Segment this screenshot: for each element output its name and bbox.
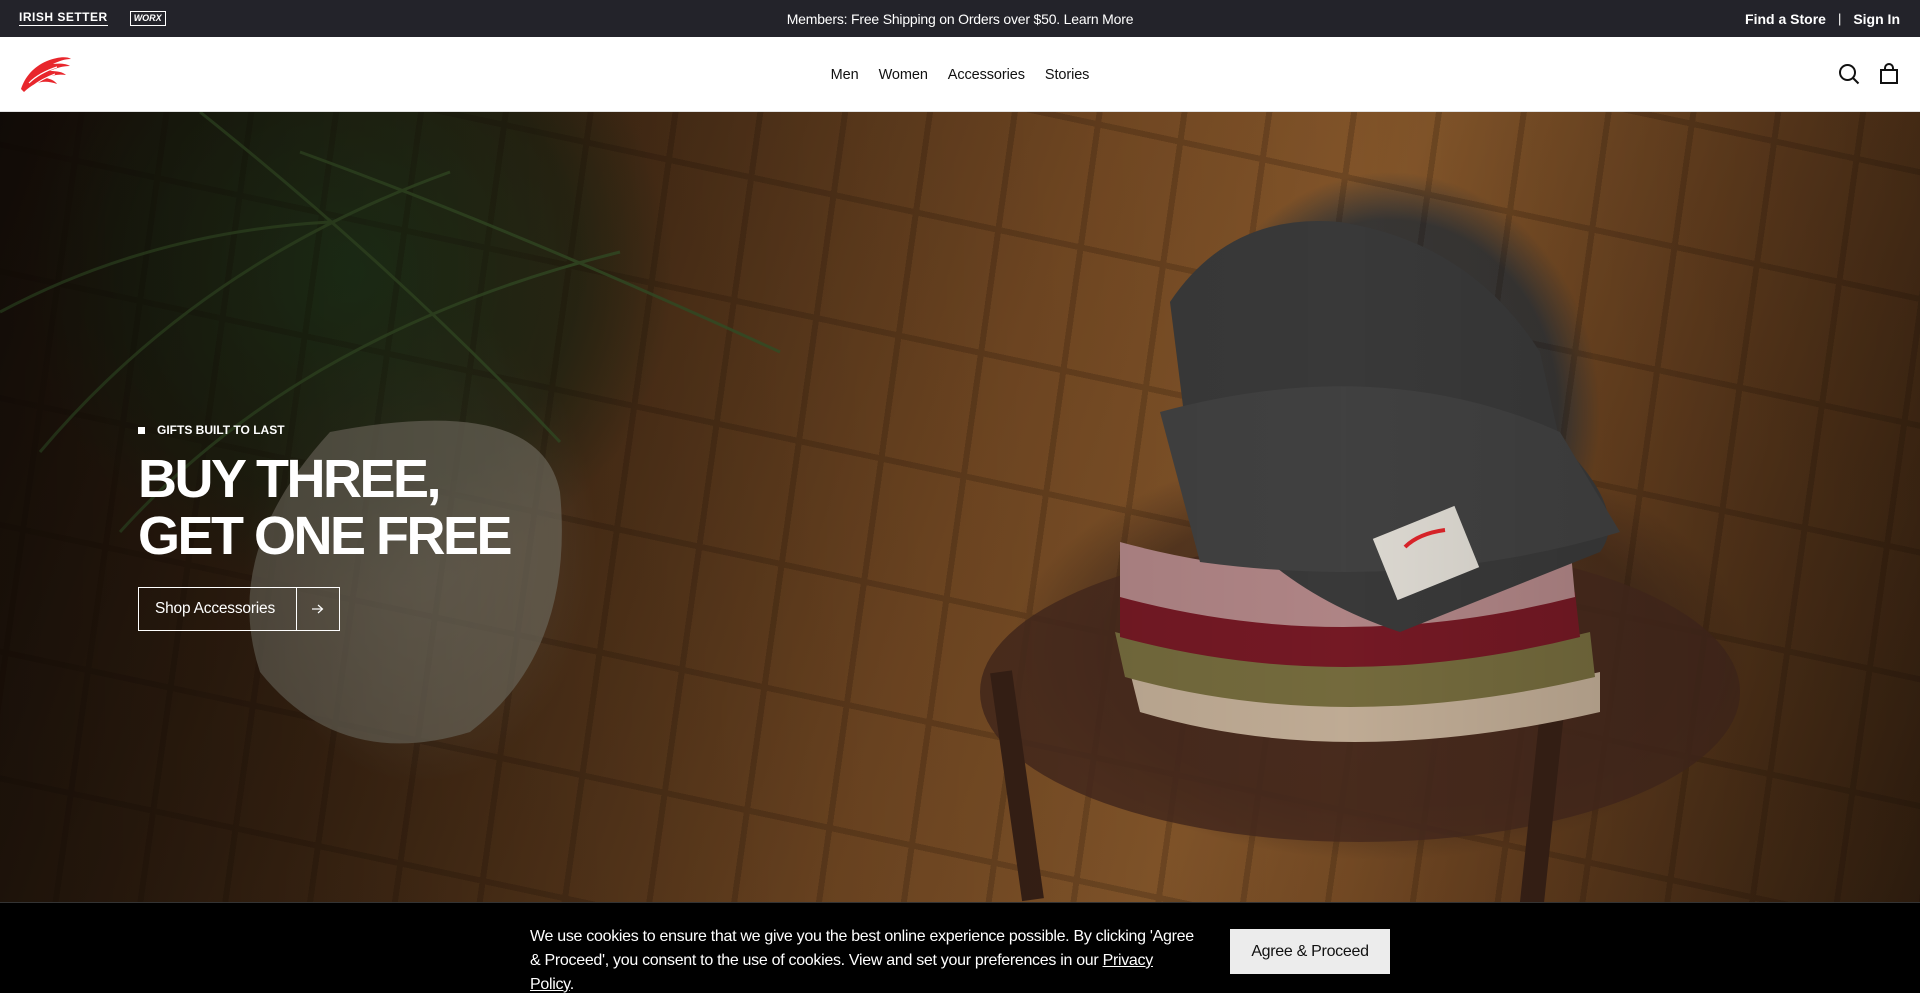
- bag-icon[interactable]: [1878, 63, 1900, 85]
- eyebrow-text: GIFTS BUILT TO LAST: [157, 423, 285, 437]
- hero-content: GIFTS BUILT TO LAST BUY THREE, GET ONE F…: [138, 423, 513, 631]
- brand-logo[interactable]: [19, 55, 73, 93]
- main-nav: Men Women Accessories Stories: [0, 37, 1920, 112]
- agree-proceed-button[interactable]: Agree & Proceed: [1230, 929, 1390, 974]
- cta-label: Shop Accessories: [155, 600, 276, 617]
- hero-headline: BUY THREE, GET ONE FREE: [138, 449, 513, 566]
- wing-logo-icon: [21, 57, 71, 92]
- headline-line-1: BUY THREE,: [138, 449, 442, 509]
- utility-bar: IRISH SETTER WORX Members: Free Shipping…: [0, 0, 1920, 37]
- promo-link[interactable]: Members: Free Shipping on Orders over $5…: [787, 11, 1134, 27]
- cookie-text: We use cookies to ensure that we give yo…: [530, 928, 1194, 969]
- nav-stories[interactable]: Stories: [1045, 67, 1090, 83]
- shop-accessories-button[interactable]: Shop Accessories: [138, 587, 340, 631]
- arrow-right-icon: [296, 588, 339, 630]
- nav-men[interactable]: Men: [831, 67, 859, 83]
- search-icon[interactable]: [1838, 63, 1860, 85]
- hero-eyebrow: GIFTS BUILT TO LAST: [138, 423, 510, 437]
- worx-link[interactable]: WORX: [129, 11, 166, 26]
- utility-links: Find a Store | Sign In: [1745, 0, 1900, 37]
- cookie-text-end: .: [569, 976, 574, 993]
- headline-line-2: GET ONE FREE: [138, 506, 513, 566]
- find-store-link[interactable]: Find a Store: [1745, 11, 1826, 27]
- main-header: Men Women Accessories Stories: [0, 37, 1920, 112]
- sub-brands: IRISH SETTER WORX: [19, 11, 166, 26]
- promo-banner: Members: Free Shipping on Orders over $5…: [0, 0, 1920, 37]
- header-icons: [1838, 63, 1900, 85]
- utility-separator: |: [1837, 11, 1842, 26]
- square-bullet-icon: [138, 426, 145, 434]
- irish-setter-link[interactable]: IRISH SETTER: [19, 11, 108, 26]
- cookie-banner: We use cookies to ensure that we give yo…: [0, 902, 1920, 993]
- nav-accessories[interactable]: Accessories: [948, 67, 1025, 83]
- sign-in-link[interactable]: Sign In: [1853, 11, 1900, 27]
- hero-banner[interactable]: GIFTS BUILT TO LAST BUY THREE, GET ONE F…: [0, 112, 1920, 902]
- nav-women[interactable]: Women: [879, 67, 928, 83]
- cookie-message: We use cookies to ensure that we give yo…: [530, 925, 1195, 993]
